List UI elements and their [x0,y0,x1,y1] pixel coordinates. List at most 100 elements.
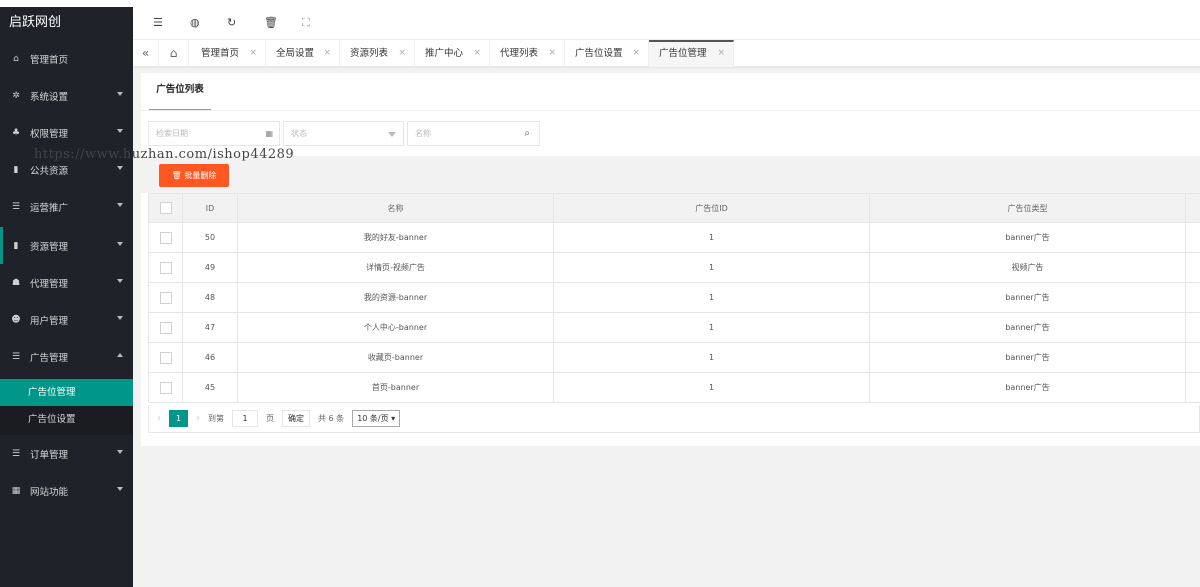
row-checkbox-cell[interactable] [148,312,183,343]
caret-down-icon [388,132,396,137]
row-checkbox[interactable] [159,261,172,274]
caret-down-icon [117,316,123,320]
sidebar-item-label: 订单管理 [30,449,69,461]
row-checkbox-cell[interactable] [148,342,183,373]
sidebar-item-orders[interactable]: ☰ 订单管理 [0,435,133,472]
column-header-position-id[interactable]: 广告位ID [553,193,870,223]
goto-confirm-button[interactable]: 确定 [282,410,310,427]
row-checkbox-cell[interactable] [148,252,183,283]
pagination: ‹ 1 › 到第 1 页 确定 共 6 条 10 条/页 ▾ [148,405,1200,433]
table-toolbar [141,156,1200,193]
cell-id: 47 [182,312,238,343]
sidebar-item-ads[interactable]: ☰ 广告管理 [0,338,133,375]
row-checkbox[interactable] [159,381,172,394]
close-icon[interactable]: × [323,40,331,67]
sidebar-subitem-ad-slots[interactable]: 广告位管理 [0,379,133,406]
sidebar-item-system-settings[interactable]: ✲ 系统设置 [0,77,133,114]
prev-page-icon[interactable]: ‹ [157,413,161,424]
row-checkbox[interactable] [159,231,172,244]
table-row[interactable]: 47 个人中心-banner 1 banner广告 [148,312,1200,343]
home-icon: ⌂ [13,53,19,64]
table-row[interactable]: 48 我的资源-banner 1 banner广告 [148,282,1200,313]
name-search-input[interactable]: 名称 ⌕ [407,121,540,146]
top-toolbar: ☰ ◍ ↻ 🗑 ⛶ [133,7,1200,40]
tab-ad-slot-management[interactable]: 广告位管理 × [649,40,734,67]
tab-admin-home[interactable]: 管理首页 × [191,40,266,67]
row-checkbox-cell[interactable] [148,372,183,403]
sidebar-item-site-functions[interactable]: ▦ 网站功能 [0,472,133,509]
sidebar-item-label: 网站功能 [30,486,69,498]
sidebar-item-users[interactable]: ☻ 用户管理 [0,301,133,338]
table-row[interactable]: 46 收藏页-banner 1 banner广告 [148,342,1200,373]
close-icon[interactable]: × [548,40,556,67]
close-icon[interactable]: × [717,42,725,65]
page-tabs: « ⌂ 管理首页 × 全局设置 × 资源列表 × 推广中心 × 代理列表 × 广告位设置 ×… [133,40,1200,67]
page-size-select[interactable]: 10 条/页 ▾ [352,410,401,427]
column-header-type[interactable]: 广告位类型 [869,193,1186,223]
tab-ad-slot-list[interactable]: 广告位列表 [149,73,211,111]
cell-id: 45 [182,372,238,403]
cell-extra [1185,312,1200,343]
table-row[interactable]: 49 详情页-视频广告 1 视频广告 [148,252,1200,283]
goto-label: 到第 [208,414,224,423]
menu-toggle-icon[interactable]: ☰ [153,16,163,29]
row-checkbox[interactable] [159,351,172,364]
tab-agent-list[interactable]: 代理列表 × [490,40,565,67]
trash-icon[interactable]: 🗑 [264,16,278,29]
tab-home-icon[interactable]: ⌂ [159,40,189,67]
close-icon[interactable]: × [632,40,640,67]
fullscreen-icon[interactable]: ⛶ [302,16,310,30]
tab-label: 广告位管理 [659,48,707,59]
main-card: 广告位列表 检索日期 ▦ 状态 名称 ⌕ 🗑 批量删除 ID 名称 广告位ID … [141,73,1200,446]
cell-name: 我的好友-banner [237,222,554,253]
sidebar-item-home[interactable]: ⌂ 管理首页 [0,40,133,77]
sidebar-item-permissions[interactable]: ♣ 权限管理 [0,114,133,151]
row-checkbox-cell[interactable] [148,282,183,313]
cell-id: 49 [182,252,238,283]
sidebar-item-label: 公共资源 [30,165,69,177]
book-icon: ▮ [13,240,19,251]
date-filter-input[interactable]: 检索日期 ▦ [148,121,280,146]
column-header-name[interactable]: 名称 [237,193,554,223]
select-all-cell[interactable] [148,193,183,223]
sidebar-item-agents[interactable]: ☗ 代理管理 [0,264,133,301]
close-icon[interactable]: × [249,40,257,67]
close-icon[interactable]: × [473,40,481,67]
globe-icon[interactable]: ◍ [190,16,200,29]
cell-extra [1185,282,1200,313]
sidebar-subitem-ad-settings[interactable]: 广告位设置 [0,406,133,433]
row-checkbox[interactable] [159,321,172,334]
list-icon: ☰ [11,448,21,459]
column-header-id[interactable]: ID [182,193,238,223]
goto-page-input[interactable]: 1 [232,410,258,427]
cell-type: banner广告 [869,222,1186,253]
status-select[interactable]: 状态 [283,121,404,146]
caret-down-icon [117,279,123,283]
close-icon[interactable]: × [398,40,406,67]
tab-promotion-center[interactable]: 推广中心 × [415,40,490,67]
row-checkbox-cell[interactable] [148,222,183,253]
tab-ad-settings[interactable]: 广告位设置 × [565,40,649,67]
watermark-text: https://www.huzhan.com/ishop44289 [34,147,295,162]
page-current[interactable]: 1 [169,410,188,427]
table-row[interactable]: 50 我的好友-banner 1 banner广告 [148,222,1200,253]
batch-delete-button[interactable]: 🗑 批量删除 [159,164,229,187]
sidebar-item-resources[interactable]: ▮ 资源管理 [0,227,133,264]
sidebar-item-promotion[interactable]: ☰ 运营推广 [0,188,133,225]
users-icon: ♣ [11,127,21,138]
cell-type: banner广告 [869,282,1186,313]
tabs-scroll-left-icon[interactable]: « [133,40,159,67]
tab-label: 广告位设置 [575,48,623,59]
top-strip [0,0,1200,7]
cell-position-id: 1 [553,342,870,373]
next-page-icon[interactable]: › [196,413,200,424]
app-logo[interactable]: 启跃网创 [0,7,133,39]
tab-resource-list[interactable]: 资源列表 × [340,40,415,67]
refresh-icon[interactable]: ↻ [227,16,236,29]
row-checkbox[interactable] [159,291,172,304]
select-all-checkbox[interactable] [159,202,172,214]
sidebar-item-label: 运营推广 [30,202,69,214]
tab-global-settings[interactable]: 全局设置 × [266,40,340,67]
table-row[interactable]: 45 首页-banner 1 banner广告 [148,372,1200,403]
search-icon[interactable]: ⌕ [524,122,530,145]
